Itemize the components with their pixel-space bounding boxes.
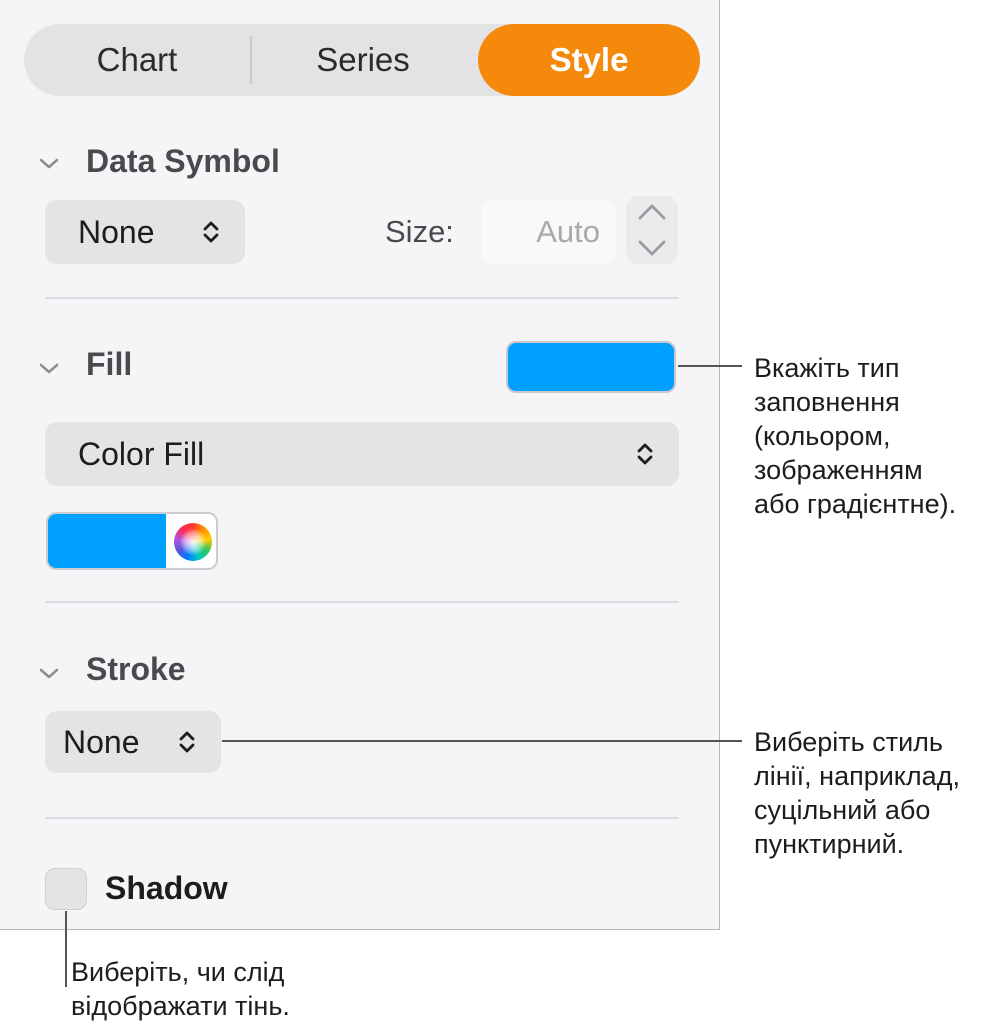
callout-line: (кольором, <box>754 421 891 451</box>
callout-line: відображати тінь. <box>71 991 290 1021</box>
fill-type-popup[interactable]: Color Fill <box>45 422 679 486</box>
data-symbol-value: None <box>78 214 155 250</box>
tab-style[interactable]: Style <box>478 24 700 96</box>
fill-heading: Fill <box>86 346 133 382</box>
callout-line: пунктирний. <box>754 829 905 859</box>
callout-line: зображенням <box>754 455 923 485</box>
section-divider <box>45 297 679 299</box>
callout-line: Вкажіть тип <box>754 353 900 383</box>
callout-line: заповнення <box>754 387 900 417</box>
callout-leader-stroke <box>222 740 742 742</box>
chevron-down-icon[interactable] <box>38 357 60 379</box>
size-field[interactable]: Auto <box>482 200 616 264</box>
segmented-tab-bar: Chart Series Style <box>24 24 700 96</box>
callout-line: Виберіть, чи слід <box>71 957 285 987</box>
color-well-swatch[interactable] <box>48 514 166 568</box>
callout-line: Виберіть стиль <box>754 727 943 757</box>
up-down-chevron-icon <box>203 221 219 243</box>
shadow-checkbox[interactable] <box>45 868 87 910</box>
chevron-down-icon[interactable] <box>38 152 60 174</box>
tab-chart[interactable]: Chart <box>24 24 250 96</box>
stepper-arrows-icon <box>638 204 666 256</box>
size-label: Size: <box>385 214 454 249</box>
data-symbol-popup[interactable]: None <box>45 200 245 264</box>
shadow-label[interactable]: Shadow <box>105 870 228 907</box>
callout-line: або градієнтне). <box>754 489 957 519</box>
callout-fill: Вкажіть тип заповнення (кольором, зображ… <box>754 351 956 521</box>
up-down-chevron-icon <box>637 443 653 465</box>
size-stepper[interactable] <box>626 196 678 264</box>
stroke-style-value: None <box>63 724 140 760</box>
section-divider <box>45 601 679 603</box>
format-sidebar: Chart Series Style Data Symbol None Size… <box>0 0 720 930</box>
chevron-down-icon[interactable] <box>38 662 60 684</box>
stroke-style-popup[interactable]: None <box>45 711 221 773</box>
callout-line: лінії, наприклад, <box>754 761 960 791</box>
tab-series[interactable]: Series <box>250 24 476 96</box>
up-down-chevron-icon <box>179 731 195 753</box>
data-symbol-heading: Data Symbol <box>86 143 280 179</box>
fill-type-value: Color Fill <box>78 436 205 472</box>
stroke-heading: Stroke <box>86 651 186 687</box>
section-divider <box>45 817 679 819</box>
fill-color-swatch[interactable] <box>506 341 676 393</box>
callout-line: суцільний або <box>754 795 931 825</box>
callout-shadow: Виберіть, чи слід відображати тінь. <box>71 955 290 1023</box>
callout-leader-fill <box>678 365 742 367</box>
callout-leader-shadow <box>65 911 67 987</box>
color-well[interactable] <box>46 512 218 570</box>
callout-stroke: Виберіть стиль лінії, наприклад, суцільн… <box>754 725 960 861</box>
color-wheel-icon[interactable] <box>174 523 212 561</box>
